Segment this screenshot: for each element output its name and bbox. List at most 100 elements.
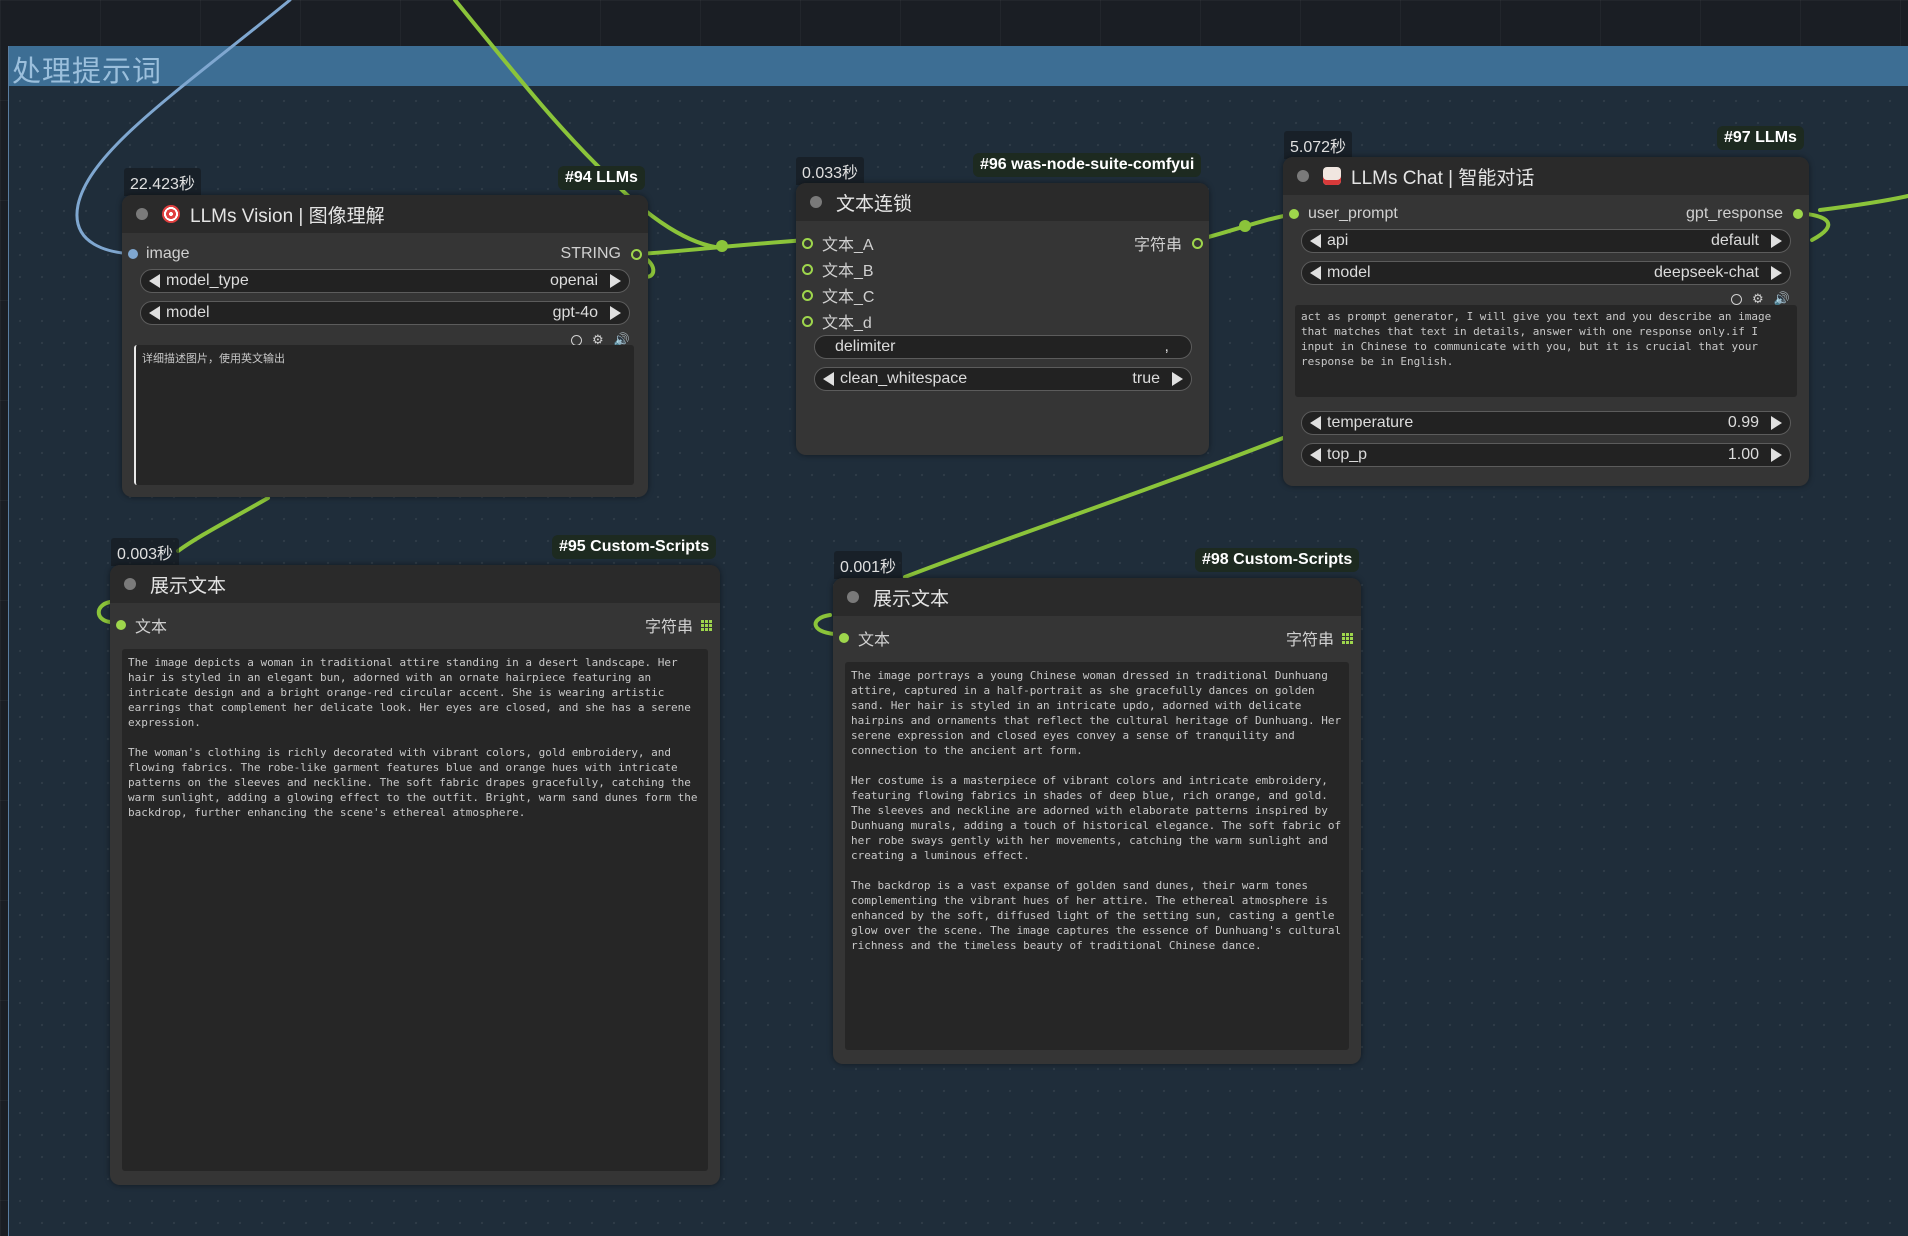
- node-94-prompt-textarea[interactable]: 详细描述图片，使用英文输出: [134, 345, 634, 485]
- node-98-input-text[interactable]: 文本: [839, 626, 890, 650]
- decrement-arrow-icon[interactable]: [823, 372, 834, 386]
- node-96-input-d[interactable]: 文本_d: [802, 309, 872, 333]
- input-socket-icon[interactable]: [802, 263, 813, 275]
- node-97-badge: #97 LLMs: [1717, 126, 1804, 150]
- increment-arrow-icon[interactable]: [1771, 234, 1782, 248]
- api-combo[interactable]: api default: [1301, 229, 1791, 253]
- node-96-output-string[interactable]: 字符串: [1134, 231, 1203, 255]
- node-96-input-c[interactable]: 文本_C: [802, 283, 874, 307]
- node-98-title: 展示文本: [873, 588, 950, 610]
- increment-arrow-icon[interactable]: [610, 274, 621, 288]
- model-combo[interactable]: model gpt-4o: [140, 301, 630, 325]
- decrement-arrow-icon[interactable]: [1310, 234, 1321, 248]
- decrement-arrow-icon[interactable]: [1310, 448, 1321, 462]
- node-98-exec-time: 0.001秒: [834, 551, 903, 579]
- circle-icon[interactable]: [1731, 293, 1742, 305]
- widget-label: model: [166, 304, 210, 321]
- node-94-exec-time: 22.423秒: [124, 168, 201, 196]
- input-socket-icon[interactable]: [802, 289, 813, 301]
- collapse-dot-icon[interactable]: [1297, 170, 1309, 182]
- node-97-title: LLMs Chat | 智能对话: [1351, 167, 1535, 189]
- node-98-title-bar[interactable]: 展示文本: [833, 578, 1361, 616]
- node-97-title-bar[interactable]: LLMs Chat | 智能对话: [1283, 157, 1809, 195]
- increment-arrow-icon[interactable]: [1771, 448, 1782, 462]
- circle-icon[interactable]: [571, 334, 582, 346]
- slot-label: 文本_B: [822, 263, 874, 280]
- node-98-text-display[interactable]: The image portrays a young Chinese woman…: [845, 662, 1349, 1050]
- input-socket-icon[interactable]: [802, 315, 813, 327]
- node-97-exec-time: 5.072秒: [1284, 131, 1353, 159]
- output-socket-icon[interactable]: [631, 248, 642, 260]
- node-95-text-display[interactable]: The image depicts a woman in traditional…: [122, 649, 708, 1171]
- node-94-title: LLMs Vision | 图像理解: [190, 205, 385, 227]
- input-socket-icon[interactable]: [1289, 209, 1299, 219]
- node-98-output-string[interactable]: 字符串: [1286, 626, 1353, 650]
- decrement-arrow-icon[interactable]: [149, 274, 160, 288]
- widget-value: ,: [1164, 338, 1169, 355]
- collapse-dot-icon[interactable]: [124, 578, 136, 590]
- group-header[interactable]: 处理提示词: [9, 46, 1908, 88]
- collapse-dot-icon[interactable]: [847, 591, 859, 603]
- node-95-badge: #95 Custom-Scripts: [552, 535, 717, 559]
- slot-label: STRING: [560, 245, 621, 262]
- output-socket-icon[interactable]: [1192, 237, 1203, 249]
- node-95-input-text[interactable]: 文本: [116, 613, 167, 637]
- slot-label: 文本_A: [822, 237, 874, 254]
- slot-label: 文本: [858, 632, 891, 649]
- node-95-title: 展示文本: [150, 575, 227, 597]
- widget-label: top_p: [1327, 446, 1368, 463]
- widget-label: api: [1327, 232, 1349, 249]
- node-95-exec-time: 0.003秒: [111, 538, 180, 566]
- input-socket-icon[interactable]: [128, 249, 138, 259]
- decrement-arrow-icon[interactable]: [1310, 416, 1321, 430]
- node-96-text-concat[interactable]: 文本连锁 文本_A 文本_B 文本_C 文本_d 字符串 delimiter ,…: [796, 183, 1209, 455]
- node-95-output-string[interactable]: 字符串: [645, 613, 712, 637]
- node-98-show-text[interactable]: 展示文本 文本 字符串 The image portrays a young C…: [833, 578, 1361, 1064]
- node-94-title-bar[interactable]: LLMs Vision | 图像理解: [122, 195, 648, 233]
- node-97-prompt-textarea[interactable]: act as prompt generator, I will give you…: [1295, 305, 1797, 397]
- delimiter-field[interactable]: delimiter ,: [814, 335, 1192, 359]
- node-98-badge: #98 Custom-Scripts: [1195, 548, 1360, 572]
- collapse-dot-icon[interactable]: [810, 196, 822, 208]
- input-socket-icon[interactable]: [839, 633, 849, 643]
- decrement-arrow-icon[interactable]: [149, 306, 160, 320]
- clean-whitespace-toggle[interactable]: clean_whitespace true: [814, 367, 1192, 391]
- node-94-llms-vision[interactable]: LLMs Vision | 图像理解 image STRING model_ty…: [122, 195, 648, 497]
- increment-arrow-icon[interactable]: [1771, 266, 1782, 280]
- increment-arrow-icon[interactable]: [1172, 372, 1183, 386]
- temperature-slider[interactable]: temperature 0.99: [1301, 411, 1791, 435]
- input-socket-icon[interactable]: [802, 237, 813, 249]
- grid-output-icon[interactable]: [1342, 632, 1353, 644]
- widget-value: gpt-4o: [552, 304, 598, 321]
- widget-value: 0.99: [1727, 414, 1759, 431]
- increment-arrow-icon[interactable]: [610, 306, 621, 320]
- increment-arrow-icon[interactable]: [1771, 416, 1782, 430]
- top-p-slider[interactable]: top_p 1.00: [1301, 443, 1791, 467]
- model-type-combo[interactable]: model_type openai: [140, 269, 630, 293]
- node-96-badge: #96 was-node-suite-comfyui: [973, 153, 1202, 177]
- node-96-title-bar[interactable]: 文本连锁: [796, 183, 1209, 221]
- group-title: 处理提示词: [12, 56, 163, 88]
- node-97-llms-chat[interactable]: LLMs Chat | 智能对话 user_prompt gpt_respons…: [1283, 157, 1809, 486]
- output-socket-icon[interactable]: [1793, 209, 1803, 219]
- node-96-exec-time: 0.033秒: [796, 157, 865, 185]
- slot-label: 字符串: [1133, 237, 1182, 254]
- node-97-output-gpt-response[interactable]: gpt_response: [1686, 205, 1803, 223]
- node-95-title-bar[interactable]: 展示文本: [110, 565, 720, 603]
- node-94-output-string[interactable]: STRING: [561, 245, 642, 263]
- node-95-show-text[interactable]: 展示文本 文本 字符串 The image depicts a woman in…: [110, 565, 720, 1185]
- slot-label: 文本_d: [822, 315, 872, 332]
- decrement-arrow-icon[interactable]: [1310, 266, 1321, 280]
- widget-label: temperature: [1327, 414, 1414, 431]
- node-94-badge: #94 LLMs: [558, 166, 645, 190]
- widget-value: openai: [549, 272, 598, 289]
- widget-label: model: [1327, 264, 1371, 281]
- node-96-input-b[interactable]: 文本_B: [802, 257, 874, 281]
- collapse-dot-icon[interactable]: [136, 208, 148, 220]
- input-socket-icon[interactable]: [116, 620, 126, 630]
- node-96-input-a[interactable]: 文本_A: [802, 231, 874, 255]
- node-97-input-user-prompt[interactable]: user_prompt: [1289, 205, 1398, 223]
- node-94-input-image[interactable]: image: [128, 245, 190, 263]
- model-combo[interactable]: model deepseek-chat: [1301, 261, 1791, 285]
- grid-output-icon[interactable]: [701, 619, 712, 631]
